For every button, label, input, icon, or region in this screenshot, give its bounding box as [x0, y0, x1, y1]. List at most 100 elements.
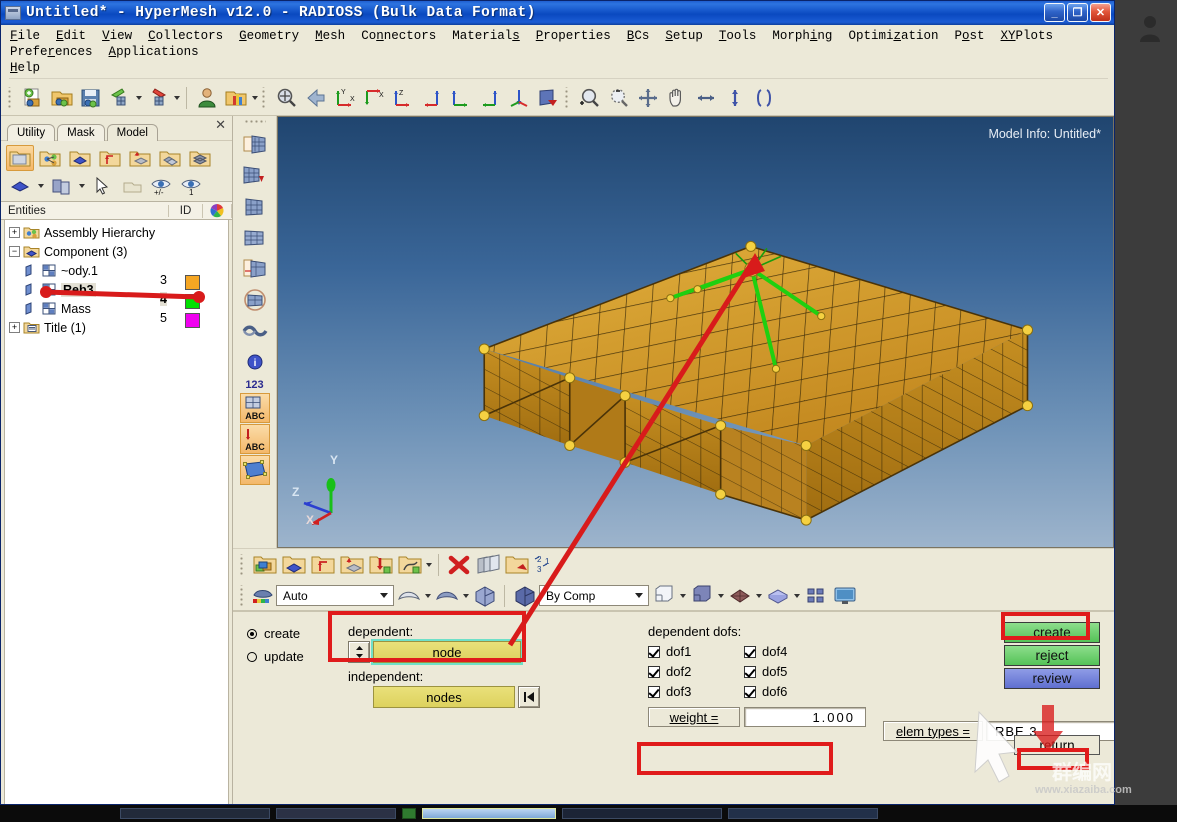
menu-item-help[interactable]: Help [9, 60, 48, 76]
rotate-vertical-icon[interactable] [721, 84, 748, 111]
checkbox-dof3[interactable]: dof3 [648, 684, 744, 699]
radio-update[interactable]: update [247, 649, 348, 664]
surface-icon[interactable] [239, 455, 270, 485]
tree-row-assembly-hierarchy[interactable]: + Assembly Hierarchy [7, 223, 228, 242]
property-folder-icon[interactable] [66, 145, 94, 171]
menu-item-view[interactable]: View [101, 28, 140, 44]
export-dropdown-icon[interactable] [172, 86, 181, 110]
menu-item-setup[interactable]: Setup [664, 28, 711, 44]
weight-input[interactable]: 1.000 [744, 707, 866, 727]
taskbar-tray-icon[interactable] [402, 808, 416, 819]
tab-utility[interactable]: Utility [7, 124, 56, 141]
shrink-icon[interactable] [395, 582, 422, 609]
taskbar-item-active[interactable] [422, 808, 556, 819]
feature-icon[interactable] [726, 582, 753, 609]
element-color-icon[interactable] [251, 582, 275, 609]
menu-item-collectors[interactable]: Collectors [147, 28, 231, 44]
mesh-check-icon[interactable] [240, 316, 270, 346]
step-back-icon[interactable] [518, 686, 540, 708]
view-xy-icon[interactable]: Y X [331, 84, 358, 111]
display-mode-icon[interactable] [6, 173, 34, 199]
menu-item-morphing[interactable]: Morphing [771, 28, 840, 44]
tab-mask[interactable]: Mask [57, 124, 105, 141]
shade-mode-dropdown-icon[interactable] [77, 174, 86, 198]
radio-create[interactable]: create [247, 626, 348, 641]
vtoolbar-grip[interactable] [243, 120, 266, 126]
pan-icon[interactable] [663, 84, 690, 111]
checkbox-dof6[interactable]: dof6 [744, 684, 840, 699]
reject-button[interactable]: reject [1004, 645, 1100, 666]
shade-mode-icon[interactable] [47, 173, 75, 199]
weight-label[interactable]: weight = [648, 707, 740, 727]
load-folder-icon[interactable] [96, 145, 124, 171]
wireframe-icon[interactable] [650, 582, 677, 609]
create-material-icon[interactable] [338, 552, 365, 579]
menu-item-applications[interactable]: Applications [108, 44, 207, 60]
tb2-grip[interactable] [239, 554, 245, 576]
menu-item-materials[interactable]: Materials [451, 28, 528, 44]
mesh-circle-icon[interactable] [240, 285, 270, 315]
node-info-icon[interactable]: i [240, 347, 270, 377]
mesh-grid-icon[interactable] [240, 223, 270, 253]
menu-item-optimization[interactable]: Optimization [847, 28, 946, 44]
fit-view-icon[interactable] [273, 84, 300, 111]
color-mode-combo[interactable]: By Comp [539, 585, 649, 606]
assembly-folder-icon[interactable] [36, 145, 64, 171]
toolbar-grip-1[interactable] [7, 86, 13, 109]
menu-item-bcs[interactable]: BCs [626, 28, 658, 44]
windows-icon[interactable] [802, 582, 829, 609]
panel-close-icon[interactable]: ✕ [215, 117, 226, 133]
shaded-dropdown-icon[interactable] [716, 584, 725, 608]
load-userprofile-icon[interactable] [222, 84, 249, 111]
auto-dropdown-icon[interactable] [376, 587, 391, 604]
menu-item-edit[interactable]: Edit [55, 28, 94, 44]
tree-color-reb3[interactable] [185, 294, 200, 309]
rotate-free-icon[interactable] [750, 84, 777, 111]
tab-model[interactable]: Model [106, 124, 158, 141]
create-dropdown-icon[interactable] [424, 553, 433, 577]
toolbar-grip-2[interactable] [261, 86, 267, 109]
return-button[interactable]: return [1014, 735, 1100, 755]
checkbox-dof4[interactable]: dof4 [744, 644, 840, 659]
feature-dropdown-icon[interactable] [754, 584, 763, 608]
surface-dropdown-icon[interactable] [461, 584, 470, 608]
mesh-2d-icon[interactable] [240, 192, 270, 222]
dependent-node-button[interactable]: node [371, 639, 523, 665]
menu-item-xyplots[interactable]: XYPlots [1000, 28, 1062, 44]
renumber-icon[interactable] [503, 552, 530, 579]
create-load-icon[interactable] [309, 552, 336, 579]
menu-item-post[interactable]: Post [953, 28, 992, 44]
stack-folder-icon[interactable] [186, 145, 214, 171]
import-dropdown-icon[interactable] [134, 86, 143, 110]
taskbar-item-4[interactable] [562, 808, 722, 819]
toolbar-grip-3[interactable] [564, 86, 570, 109]
elem-types-label[interactable]: elem types = [883, 721, 983, 741]
expander-icon[interactable]: + [9, 322, 20, 333]
group-folder-icon[interactable] [156, 145, 184, 171]
bycomp-dropdown-icon[interactable] [631, 587, 646, 604]
monitor-icon[interactable] [831, 582, 858, 609]
zoom-out-icon[interactable] [605, 84, 632, 111]
create-property-icon[interactable] [280, 552, 307, 579]
tree-color-mass[interactable] [185, 313, 200, 328]
mesh-edit-icon[interactable] [240, 130, 270, 160]
create-component-icon[interactable] [251, 552, 278, 579]
close-button[interactable]: ✕ [1090, 3, 1111, 22]
menu-item-properties[interactable]: Properties [535, 28, 619, 44]
export-icon[interactable] [144, 84, 171, 111]
menu-item-file[interactable]: FFileile [9, 28, 48, 44]
view-iso-icon[interactable] [505, 84, 532, 111]
menu-item-preferences[interactable]: Preferences [9, 44, 101, 60]
shaded-icon[interactable] [688, 582, 715, 609]
tb3-grip[interactable] [239, 584, 245, 607]
surface-icon[interactable] [433, 582, 460, 609]
mesh-mode-combo[interactable]: Auto [276, 585, 394, 606]
delete-icon[interactable] [445, 552, 472, 579]
display-mode-dropdown-icon[interactable] [36, 174, 45, 198]
view-zy-icon[interactable] [447, 84, 474, 111]
review-button[interactable]: review [1004, 668, 1100, 689]
minimize-button[interactable]: _ [1044, 3, 1065, 22]
menu-item-geometry[interactable]: Geometry [238, 28, 307, 44]
checkbox-dof2[interactable]: dof2 [648, 664, 744, 679]
component-folder-icon[interactable] [6, 145, 34, 171]
